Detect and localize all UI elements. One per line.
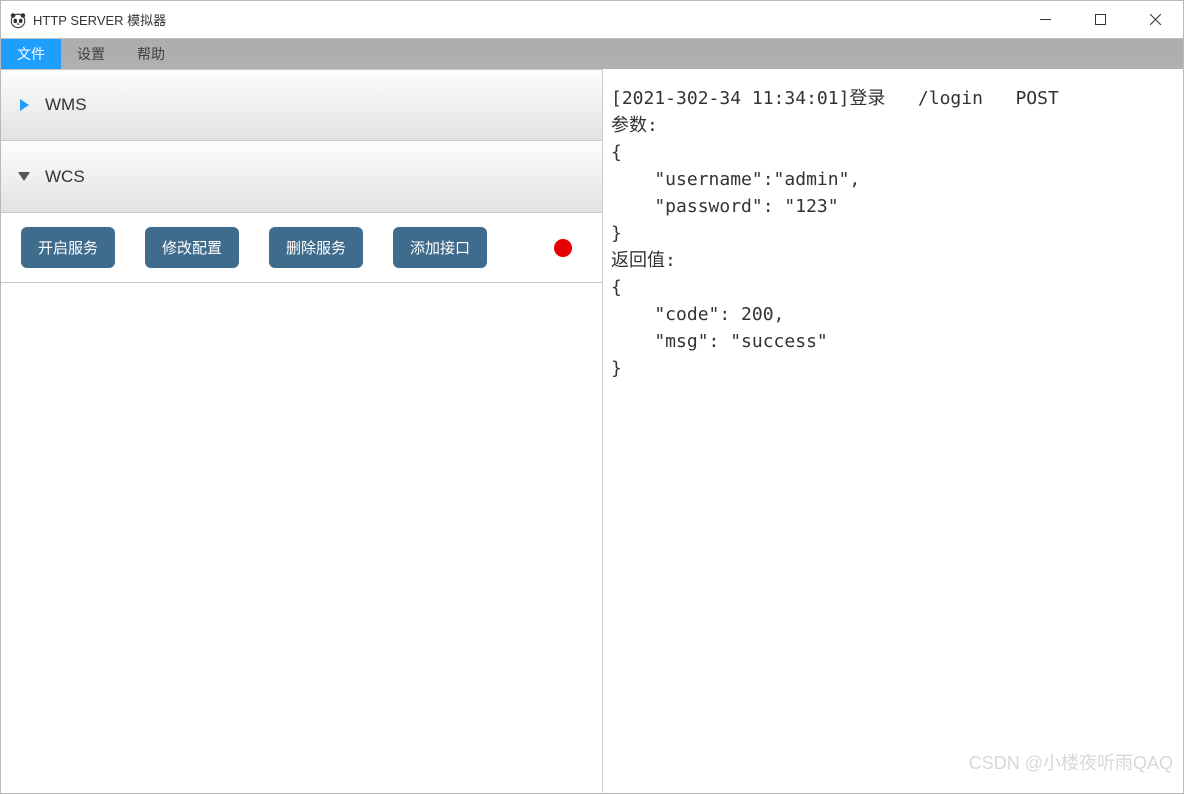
accordion-body-wcs: 开启服务 修改配置 删除服务 添加接口 (1, 213, 602, 283)
log-output: [2021-302-34 11:34:01]登录 /login POST 参数:… (611, 85, 1173, 382)
chevron-right-icon (17, 98, 31, 112)
maximize-button[interactable] (1073, 1, 1128, 39)
delete-service-button[interactable]: 删除服务 (269, 227, 363, 268)
minimize-button[interactable] (1018, 1, 1073, 39)
add-interface-button[interactable]: 添加接口 (393, 227, 487, 268)
accordion-label-wms: WMS (45, 95, 87, 115)
main-content: WMS WCS 开启服务 修改配置 删除服务 添加接口 [2021-302-34… (1, 69, 1183, 793)
menu-help[interactable]: 帮助 (121, 39, 181, 69)
start-service-button[interactable]: 开启服务 (21, 227, 115, 268)
menu-file[interactable]: 文件 (1, 39, 61, 69)
window-controls (1018, 1, 1183, 39)
close-button[interactable] (1128, 1, 1183, 39)
menu-settings[interactable]: 设置 (61, 39, 121, 69)
watermark: CSDN @小楼夜听雨QAQ (969, 749, 1173, 775)
panda-icon (9, 11, 27, 29)
edit-config-button[interactable]: 修改配置 (145, 227, 239, 268)
accordion-header-wms[interactable]: WMS (1, 69, 602, 141)
menu-bar: 文件 设置 帮助 (1, 39, 1183, 69)
status-dot-icon (554, 239, 572, 257)
chevron-down-icon (17, 170, 31, 184)
right-panel: [2021-302-34 11:34:01]登录 /login POST 参数:… (603, 69, 1183, 793)
window-title: HTTP SERVER 模拟器 (33, 10, 166, 29)
left-panel: WMS WCS 开启服务 修改配置 删除服务 添加接口 (1, 69, 603, 793)
app-window: HTTP SERVER 模拟器 文件 设置 帮助 WMS WCS 开启服务 修改… (0, 0, 1184, 794)
title-bar-left: HTTP SERVER 模拟器 (9, 10, 1018, 29)
title-bar: HTTP SERVER 模拟器 (1, 1, 1183, 39)
accordion-header-wcs[interactable]: WCS (1, 141, 602, 213)
left-empty-area (1, 283, 602, 793)
accordion-label-wcs: WCS (45, 167, 85, 187)
